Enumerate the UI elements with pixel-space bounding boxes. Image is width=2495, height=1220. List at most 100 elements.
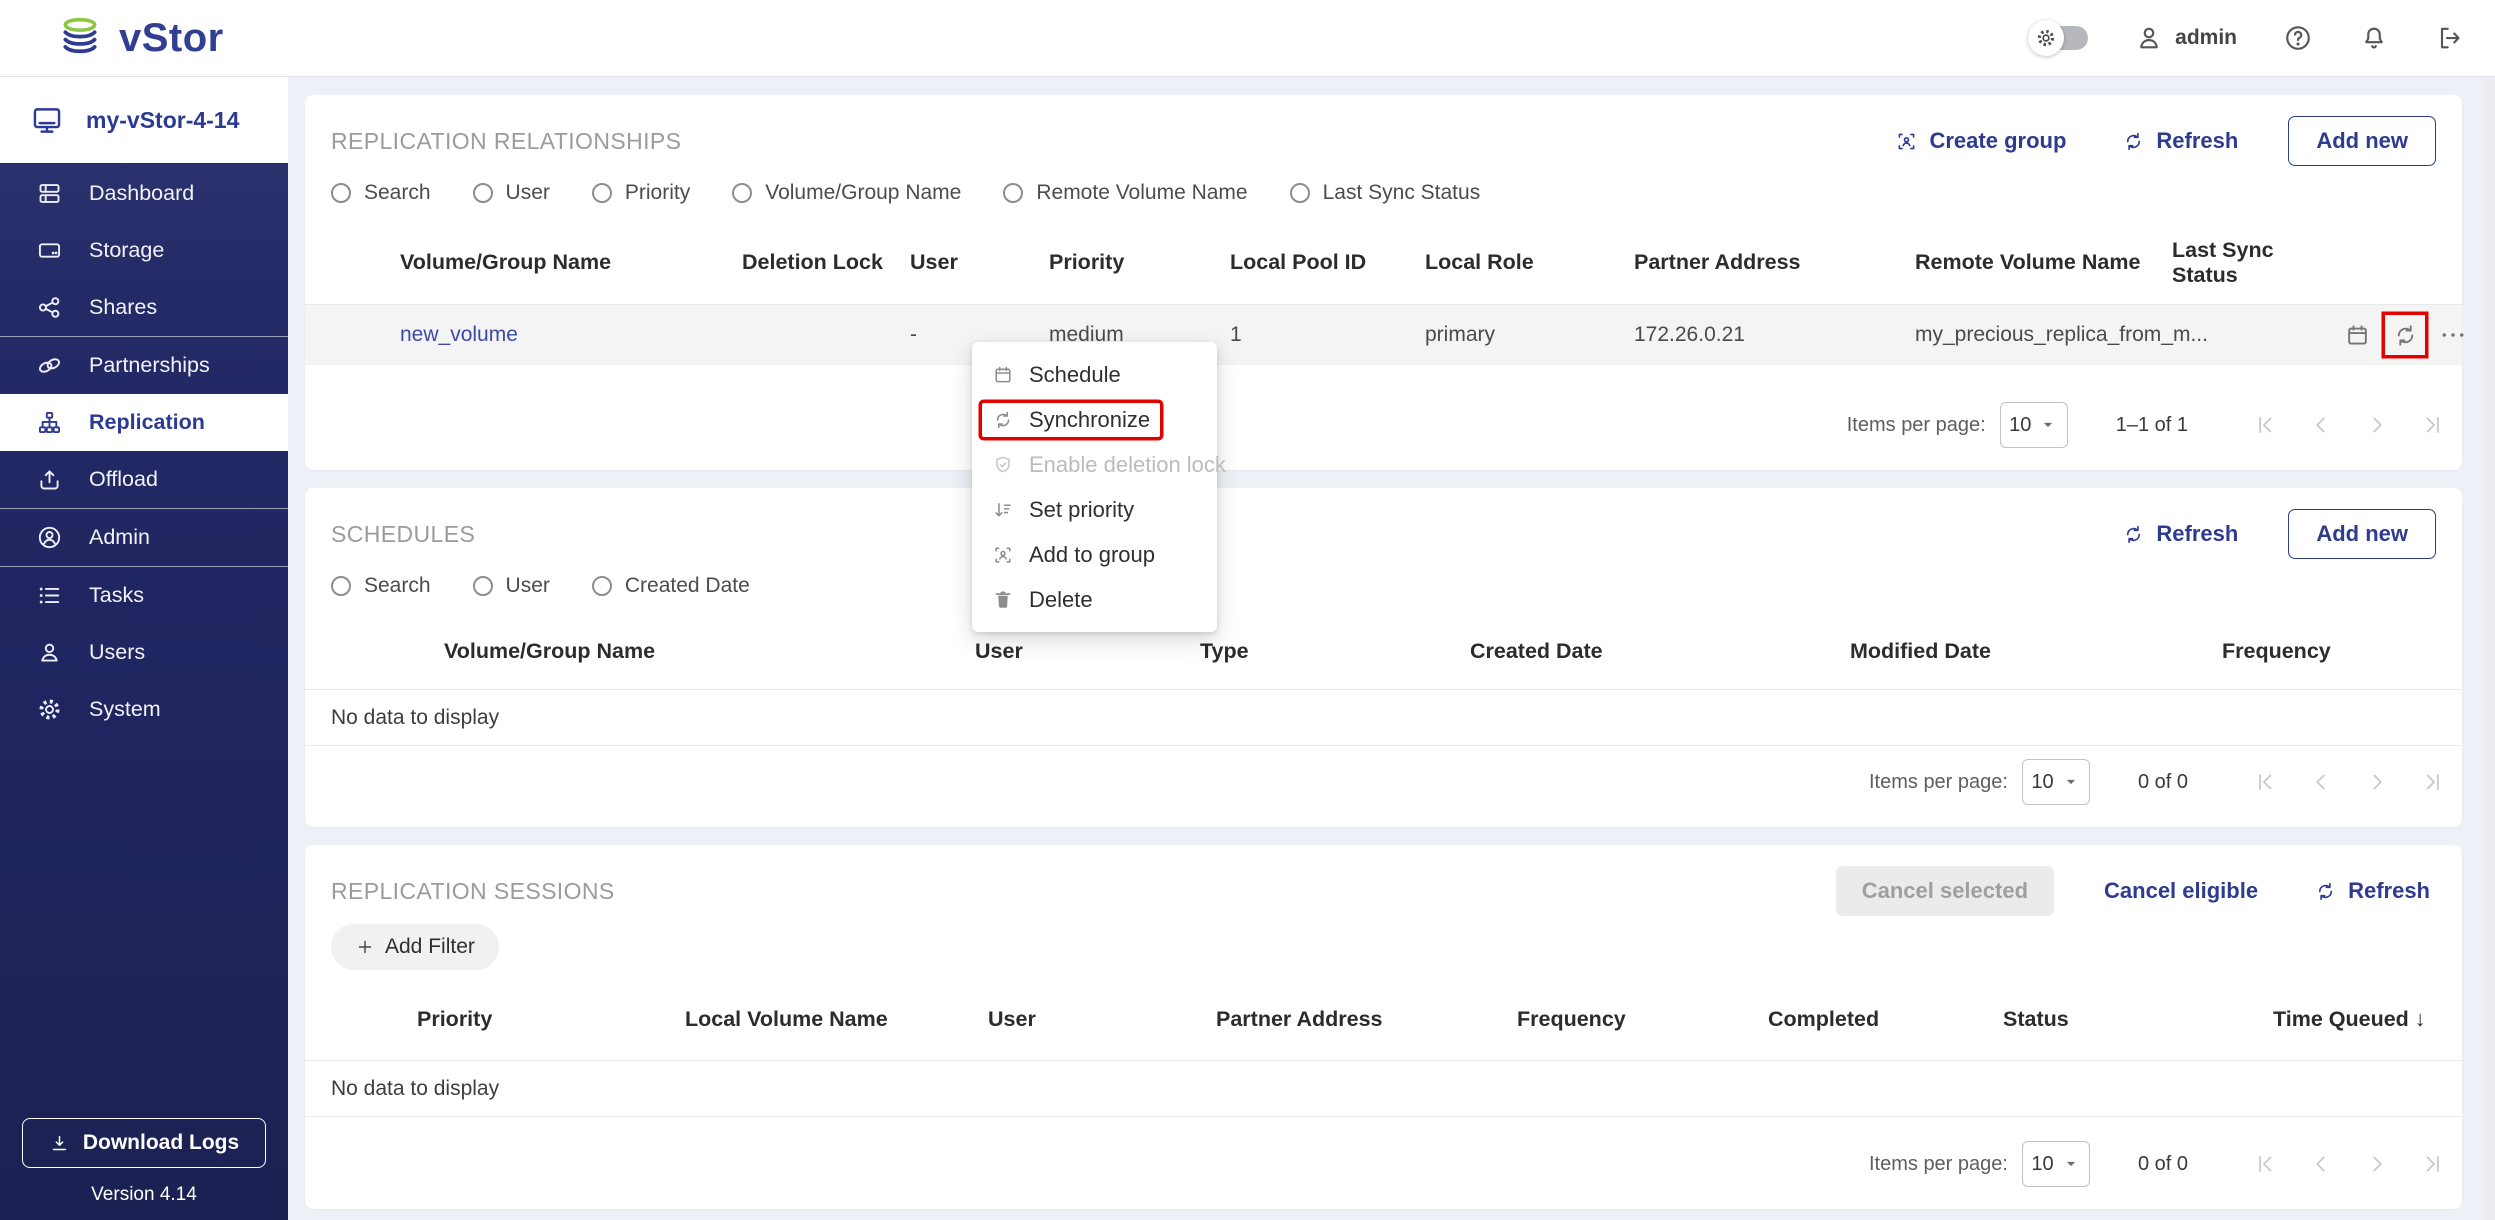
schedules-add-new-button[interactable]: Add new [2288, 509, 2436, 559]
filter-search[interactable]: Search [331, 574, 431, 598]
column-frequency[interactable]: Frequency [2222, 639, 2462, 664]
radio-icon[interactable] [1003, 183, 1023, 203]
create-group-button[interactable]: Create group [1889, 127, 2072, 155]
offload-icon [36, 466, 63, 493]
column-partner-address[interactable]: Partner Address [1216, 1007, 1517, 1032]
column-last-sync-status[interactable]: Last Sync Status [2172, 238, 2337, 288]
column-local-volume-name[interactable]: Local Volume Name [685, 1007, 988, 1032]
table-row[interactable]: new_volume - medium 1 primary 172.26.0.2… [305, 305, 2462, 365]
notifications-icon[interactable] [2359, 23, 2389, 53]
radio-icon[interactable] [1290, 183, 1310, 203]
add-filter-button[interactable]: Add Filter [331, 924, 499, 970]
items-per-page-select[interactable]: 10 [2022, 759, 2090, 805]
radio-icon[interactable] [331, 576, 351, 596]
sidebar-item-tasks[interactable]: Tasks [0, 567, 288, 624]
filter-last-sync-status[interactable]: Last Sync Status [1290, 181, 1481, 205]
first-page-icon[interactable] [2252, 412, 2278, 438]
column-partner-address[interactable]: Partner Address [1634, 250, 1915, 275]
filter-created-date[interactable]: Created Date [592, 574, 750, 598]
row-more-button[interactable] [2433, 315, 2473, 355]
column-user[interactable]: User [975, 639, 1200, 664]
row-schedule-button[interactable] [2337, 315, 2377, 355]
filter-user[interactable]: User [473, 181, 550, 205]
caret-down-icon [2061, 772, 2081, 792]
first-page-icon[interactable] [2252, 769, 2278, 795]
last-page-icon[interactable] [2420, 412, 2446, 438]
filter-user[interactable]: User [473, 574, 550, 598]
sessions-refresh-button[interactable]: Refresh [2308, 877, 2436, 905]
sidebar-item-admin[interactable]: Admin [0, 509, 288, 566]
scrollbar[interactable] [2482, 77, 2495, 1220]
column-local-pool-id[interactable]: Local Pool ID [1230, 250, 1425, 275]
filter-volume-group-name[interactable]: Volume/Group Name [732, 181, 961, 205]
previous-page-icon[interactable] [2308, 1151, 2334, 1177]
menu-item-add-to-group[interactable]: Add to group [972, 532, 1217, 577]
sidebar-item-shares[interactable]: Shares [0, 279, 288, 336]
column-frequency[interactable]: Frequency [1517, 1007, 1768, 1032]
menu-item-synchronize[interactable]: Synchronize [972, 397, 1217, 442]
column-volume-group-name[interactable]: Volume/Group Name [400, 250, 742, 275]
column-local-role[interactable]: Local Role [1425, 250, 1634, 275]
sidebar-item-partnerships[interactable]: Partnerships [0, 337, 288, 394]
previous-page-icon[interactable] [2308, 412, 2334, 438]
previous-page-icon[interactable] [2308, 769, 2334, 795]
menu-item-delete[interactable]: Delete [972, 577, 1217, 622]
column-user[interactable]: User [988, 1007, 1216, 1032]
filter-remote-volume-name[interactable]: Remote Volume Name [1003, 181, 1247, 205]
radio-icon[interactable] [592, 576, 612, 596]
sidebar-system-name[interactable]: my-vStor-4-14 [0, 77, 288, 163]
user-menu[interactable]: admin [2134, 23, 2237, 53]
radio-icon[interactable] [732, 183, 752, 203]
sidebar-item-replication[interactable]: Replication [0, 394, 288, 451]
sidebar-item-users[interactable]: Users [0, 624, 288, 681]
radio-icon[interactable] [592, 183, 612, 203]
menu-item-enable-deletion-lock[interactable]: Enable deletion lock [972, 442, 1217, 487]
next-page-icon[interactable] [2364, 412, 2390, 438]
calendar-icon [2344, 322, 2371, 349]
download-logs-button[interactable]: Download Logs [22, 1118, 266, 1168]
radio-icon[interactable] [331, 183, 351, 203]
sort-icon [992, 499, 1014, 521]
filter-search[interactable]: Search [331, 181, 431, 205]
schedules-refresh-button[interactable]: Refresh [2116, 520, 2244, 548]
cancel-selected-button[interactable]: Cancel selected [1836, 866, 2054, 916]
items-per-page-select[interactable]: 10 [2000, 402, 2068, 448]
items-per-page-select[interactable]: 10 [2022, 1141, 2090, 1187]
sidebar-item-dashboard[interactable]: Dashboard [0, 165, 288, 222]
menu-item-schedule[interactable]: Schedule [972, 352, 1217, 397]
last-page-icon[interactable] [2420, 1151, 2446, 1177]
row-synchronize-button[interactable] [2385, 315, 2425, 355]
column-remote-volume-name[interactable]: Remote Volume Name [1915, 250, 2172, 275]
column-priority[interactable]: Priority [417, 1007, 685, 1032]
filter-priority[interactable]: Priority [592, 181, 690, 205]
column-status[interactable]: Status [2003, 1007, 2273, 1032]
column-time-queued[interactable]: Time Queued ↓ [2273, 1007, 2462, 1032]
logout-icon[interactable] [2435, 23, 2465, 53]
column-completed[interactable]: Completed [1768, 1007, 2003, 1032]
last-page-icon[interactable] [2420, 769, 2446, 795]
theme-toggle[interactable] [2031, 26, 2088, 50]
column-type[interactable]: Type [1200, 639, 1470, 664]
next-page-icon[interactable] [2364, 1151, 2390, 1177]
main-content: REPLICATION RELATIONSHIPS Create group R… [288, 77, 2482, 1220]
column-user[interactable]: User [910, 250, 1049, 275]
sidebar-item-system[interactable]: System [0, 681, 288, 738]
sidebar-item-offload[interactable]: Offload [0, 451, 288, 508]
help-icon[interactable] [2283, 23, 2313, 53]
relationships-add-new-button[interactable]: Add new [2288, 116, 2436, 166]
volume-link[interactable]: new_volume [400, 323, 742, 347]
toggle-thumb[interactable] [2028, 20, 2064, 56]
column-modified-date[interactable]: Modified Date [1850, 639, 2222, 664]
next-page-icon[interactable] [2364, 769, 2390, 795]
radio-icon[interactable] [473, 183, 493, 203]
menu-item-set-priority[interactable]: Set priority [972, 487, 1217, 532]
sidebar-item-storage[interactable]: Storage [0, 222, 288, 279]
cancel-eligible-button[interactable]: Cancel eligible [2098, 877, 2264, 905]
column-created-date[interactable]: Created Date [1470, 639, 1850, 664]
column-deletion-lock[interactable]: Deletion Lock [742, 250, 910, 275]
column-volume-group-name[interactable]: Volume/Group Name [444, 639, 975, 664]
relationships-refresh-button[interactable]: Refresh [2116, 127, 2244, 155]
radio-icon[interactable] [473, 576, 493, 596]
first-page-icon[interactable] [2252, 1151, 2278, 1177]
column-priority[interactable]: Priority [1049, 250, 1230, 275]
